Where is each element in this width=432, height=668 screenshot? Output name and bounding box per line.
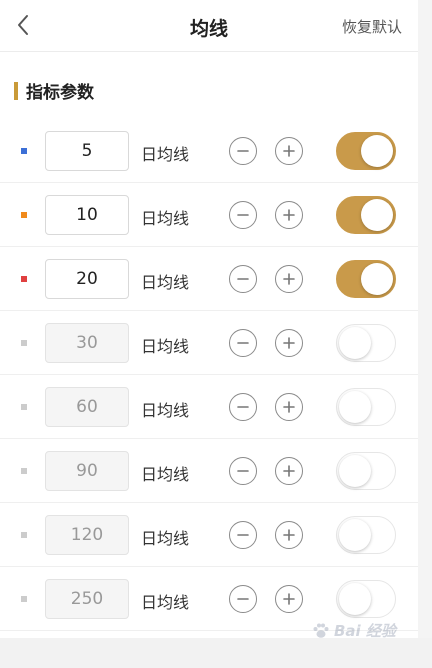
minus-icon <box>237 150 249 152</box>
plus-icon <box>283 593 295 605</box>
plus-icon <box>283 529 295 541</box>
increment-button[interactable] <box>275 201 303 229</box>
increment-button[interactable] <box>275 137 303 165</box>
section-accent-bar <box>14 81 18 100</box>
minus-icon <box>237 598 249 600</box>
row-label: 日均线 <box>141 337 190 356</box>
decrement-button[interactable] <box>229 137 257 165</box>
row-label: 日均线 <box>141 593 190 612</box>
decrement-button[interactable] <box>229 265 257 293</box>
toggle-knob <box>339 327 371 359</box>
period-input[interactable]: 5 <box>45 131 129 171</box>
toggle-knob <box>361 263 393 295</box>
minus-icon <box>237 342 249 344</box>
ma-param-list: 5 日均线 10 日均线 20 日均线 30 日均线 60 日均线 90 日均线… <box>0 119 418 631</box>
increment-button[interactable] <box>275 457 303 485</box>
ma-row: 20 日均线 <box>0 247 418 311</box>
ma-toggle[interactable] <box>336 452 396 490</box>
plus-icon <box>283 273 295 285</box>
settings-page: 均线 恢复默认 指标参数 5 日均线 10 日均线 20 日均线 30 日均线 … <box>0 0 418 638</box>
plus-icon <box>283 209 295 221</box>
row-label: 日均线 <box>141 209 190 228</box>
toggle-knob <box>339 455 371 487</box>
paw-icon <box>313 623 329 638</box>
decrement-button[interactable] <box>229 585 257 613</box>
ma-row: 120 日均线 <box>0 503 418 567</box>
decrement-button[interactable] <box>229 201 257 229</box>
toggle-knob <box>339 583 371 615</box>
decrement-button[interactable] <box>229 393 257 421</box>
ma-toggle[interactable] <box>336 132 396 170</box>
toggle-knob <box>361 199 393 231</box>
minus-icon <box>237 278 249 280</box>
bottom-margin <box>0 638 432 668</box>
ma-toggle[interactable] <box>336 324 396 362</box>
reset-default-button[interactable]: 恢复默认 <box>342 16 402 37</box>
minus-icon <box>237 470 249 472</box>
increment-button[interactable] <box>275 393 303 421</box>
toggle-knob <box>339 519 371 551</box>
period-input[interactable]: 250 <box>45 579 129 619</box>
increment-button[interactable] <box>275 585 303 613</box>
row-label: 日均线 <box>141 401 190 420</box>
series-color-dot <box>21 596 27 602</box>
toggle-knob <box>339 391 371 423</box>
ma-row: 30 日均线 <box>0 311 418 375</box>
ma-toggle[interactable] <box>336 388 396 426</box>
watermark-text: Bai 经验 <box>334 622 396 640</box>
series-color-dot <box>21 212 27 218</box>
minus-icon <box>237 214 249 216</box>
plus-icon <box>283 145 295 157</box>
decrement-button[interactable] <box>229 521 257 549</box>
section-header: 指标参数 <box>14 78 94 103</box>
period-input[interactable]: 30 <box>45 323 129 363</box>
period-input[interactable]: 60 <box>45 387 129 427</box>
plus-icon <box>283 465 295 477</box>
increment-button[interactable] <box>275 265 303 293</box>
series-color-dot <box>21 340 27 346</box>
minus-icon <box>237 406 249 408</box>
ma-toggle[interactable] <box>336 260 396 298</box>
minus-icon <box>237 534 249 536</box>
row-label: 日均线 <box>141 273 190 292</box>
row-label: 日均线 <box>141 465 190 484</box>
period-input[interactable]: 20 <box>45 259 129 299</box>
period-input[interactable]: 120 <box>45 515 129 555</box>
ma-toggle[interactable] <box>336 196 396 234</box>
decrement-button[interactable] <box>229 457 257 485</box>
period-input[interactable]: 90 <box>45 451 129 491</box>
toggle-knob <box>361 135 393 167</box>
plus-icon <box>283 337 295 349</box>
period-input[interactable]: 10 <box>45 195 129 235</box>
section-title: 指标参数 <box>26 83 94 103</box>
row-label: 日均线 <box>141 529 190 548</box>
increment-button[interactable] <box>275 329 303 357</box>
ma-toggle[interactable] <box>336 516 396 554</box>
series-color-dot <box>21 276 27 282</box>
ma-row: 60 日均线 <box>0 375 418 439</box>
side-margin <box>418 0 432 668</box>
row-label: 日均线 <box>141 145 190 164</box>
ma-row: 10 日均线 <box>0 183 418 247</box>
decrement-button[interactable] <box>229 329 257 357</box>
ma-toggle[interactable] <box>336 580 396 618</box>
series-color-dot <box>21 532 27 538</box>
plus-icon <box>283 401 295 413</box>
series-color-dot <box>21 148 27 154</box>
series-color-dot <box>21 404 27 410</box>
ma-row: 5 日均线 <box>0 119 418 183</box>
watermark: Bai 经验 <box>312 620 396 641</box>
ma-row: 90 日均线 <box>0 439 418 503</box>
increment-button[interactable] <box>275 521 303 549</box>
header: 均线 恢复默认 <box>0 0 418 52</box>
series-color-dot <box>21 468 27 474</box>
